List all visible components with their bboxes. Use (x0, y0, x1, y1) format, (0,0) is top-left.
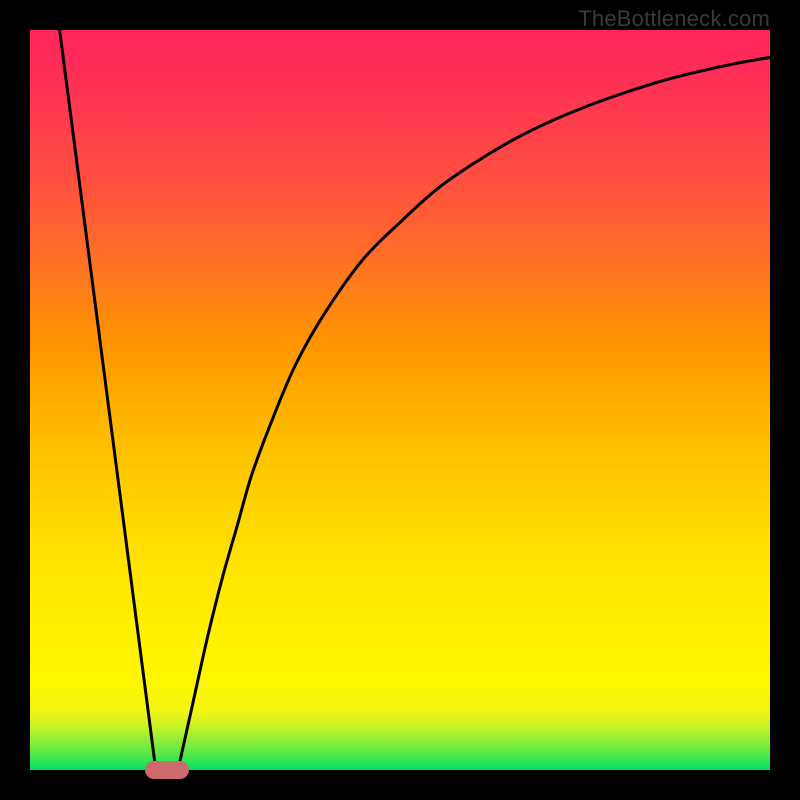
left-descent-curve (60, 30, 156, 770)
curve-layer (30, 30, 770, 770)
right-rise-curve (178, 57, 770, 770)
minimum-marker (145, 761, 189, 779)
plot-area (30, 30, 770, 770)
attribution-watermark: TheBottleneck.com (578, 6, 770, 32)
chart-frame: TheBottleneck.com (0, 0, 800, 800)
